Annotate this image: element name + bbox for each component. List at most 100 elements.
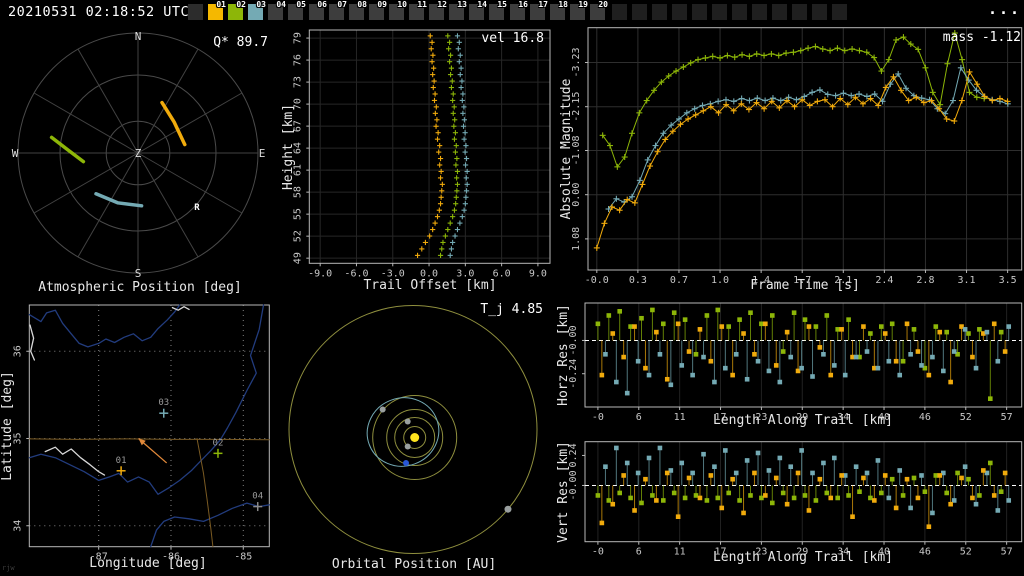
tab-20[interactable]: 20 <box>590 0 608 20</box>
svg-text:0.7: 0.7 <box>670 275 688 286</box>
watermark: rjw <box>2 564 15 572</box>
svg-text:11: 11 <box>674 412 686 423</box>
svg-text:02: 02 <box>213 438 224 448</box>
tab-empty[interactable] <box>732 4 747 20</box>
svg-text:-85: -85 <box>234 552 252 563</box>
tab-empty[interactable] <box>632 4 647 20</box>
tab-empty[interactable] <box>792 4 807 20</box>
svg-text:11: 11 <box>674 547 686 558</box>
horz-res-xlabel: Length Along Trail [km] <box>713 413 893 428</box>
ground-map-plot: -87 -86 -8534353601020304 <box>12 304 270 563</box>
tab-06[interactable]: 06 <box>309 0 327 20</box>
tab-number: 04 <box>276 0 286 9</box>
svg-text:73: 73 <box>292 76 303 88</box>
vert-residual-plot: -0 6 11 17 23 29 34 40 46 52 570.24-0.00 <box>568 441 1023 558</box>
svg-text:-0.0: -0.0 <box>585 275 609 286</box>
tab-empty[interactable] <box>752 4 767 20</box>
tab-19[interactable]: 19 <box>570 0 588 20</box>
map-xlabel: Longitude [deg] <box>89 556 206 571</box>
vel-annotation: vel 16.8 <box>481 31 544 46</box>
tab-empty[interactable] <box>712 4 727 20</box>
compass-west-label: W <box>12 147 19 160</box>
tab-number: 19 <box>578 0 588 9</box>
compass-south-label: S <box>135 267 142 280</box>
tab-18[interactable]: 18 <box>550 0 568 20</box>
vert-res-ylabel: Vert Res [km] <box>556 441 571 543</box>
svg-text:79: 79 <box>292 32 303 44</box>
tab-number: 03 <box>256 0 266 9</box>
tab-04[interactable]: 04 <box>268 0 286 20</box>
tab-number: 08 <box>357 0 367 9</box>
tab-strip: 01 02 03 04 05 06 07 08 09 10 11 12 13 14 15 16 17 18 19 20 <box>0 0 1024 24</box>
svg-text:-9.0: -9.0 <box>308 268 332 279</box>
svg-text:6: 6 <box>636 412 642 423</box>
mass-annotation: mass -1.12 <box>943 30 1021 45</box>
svg-text:3.1: 3.1 <box>958 275 976 286</box>
tab-empty[interactable] <box>772 4 787 20</box>
tab-number: 16 <box>518 0 528 9</box>
tab-09[interactable]: 09 <box>369 0 387 20</box>
orbital-position-plot <box>288 305 538 554</box>
svg-text:76: 76 <box>292 54 303 66</box>
svg-text:2.4: 2.4 <box>875 275 893 286</box>
tab-05[interactable]: 05 <box>288 0 306 20</box>
tab-03[interactable]: 03 <box>248 0 266 20</box>
svg-text:34: 34 <box>12 520 23 532</box>
tab-number: 06 <box>317 0 327 9</box>
tab-08[interactable]: 08 <box>349 0 367 20</box>
tab-number: 13 <box>457 0 467 9</box>
overflow-menu[interactable]: ... <box>988 0 1021 18</box>
magnitude-xlabel: Frame Time [s] <box>750 278 860 293</box>
tab-11[interactable]: 11 <box>409 0 427 20</box>
svg-text:1.08: 1.08 <box>571 227 582 251</box>
compass-north-label: N <box>135 30 142 43</box>
meteor-dashboard: 20210531 02:18:52 UTC 01 02 03 04 05 06 07 08 09… <box>0 0 1024 576</box>
tab-07[interactable]: 07 <box>329 0 347 20</box>
horz-res-ylabel: Horz Res [km] <box>556 304 571 406</box>
tab-empty[interactable] <box>612 4 627 20</box>
svg-text:04: 04 <box>252 492 263 502</box>
tab-number: 05 <box>296 0 306 9</box>
tab-12[interactable]: 12 <box>429 0 447 20</box>
orbit-title: Orbital Position [AU] <box>332 557 496 572</box>
tab-02[interactable]: 02 <box>228 0 246 20</box>
tab-number: 17 <box>538 0 548 9</box>
svg-text:55: 55 <box>292 208 303 220</box>
tab-empty[interactable] <box>832 4 847 20</box>
tab-number: 18 <box>558 0 568 9</box>
tab-10[interactable]: 10 <box>389 0 407 20</box>
tab-empty[interactable] <box>672 4 687 20</box>
tab-16[interactable]: 16 <box>510 0 528 20</box>
tab-number: 20 <box>598 0 608 9</box>
svg-text:1.0: 1.0 <box>711 275 729 286</box>
trail-offset-plot: -9.0 -6.0 -3.0 0.0 3.0 6.0 9.04952555861646770… <box>292 29 551 279</box>
tab-empty[interactable] <box>692 4 707 20</box>
zenith-label: Z <box>135 147 142 160</box>
tab-17[interactable]: 17 <box>530 0 548 20</box>
svg-text:03: 03 <box>158 398 169 408</box>
tab-empty[interactable] <box>652 4 667 20</box>
magnitude-ylabel: Absolute Magnitude <box>559 78 574 219</box>
tab-blank[interactable] <box>188 4 203 20</box>
svg-text:-3.23: -3.23 <box>571 47 582 77</box>
polar-title: Atmospheric Position [deg] <box>38 280 242 295</box>
tab-number: 09 <box>377 0 387 9</box>
tab-15[interactable]: 15 <box>489 0 507 20</box>
q-annotation: Q* 89.7 <box>213 35 268 50</box>
svg-text:49: 49 <box>292 252 303 264</box>
radiant-marker: R <box>194 203 200 213</box>
vert-res-xlabel: Length Along Trail [km] <box>713 550 893 565</box>
tab-14[interactable]: 14 <box>469 0 487 20</box>
svg-text:52: 52 <box>292 230 303 242</box>
svg-text:01: 01 <box>116 456 127 466</box>
tab-empty[interactable] <box>812 4 827 20</box>
svg-text:9.0: 9.0 <box>529 268 547 279</box>
map-ylabel: Latitude [deg] <box>0 371 15 481</box>
tab-number: 10 <box>397 0 407 9</box>
tab-01[interactable]: 01 <box>208 0 226 20</box>
tab-number: 14 <box>477 0 487 9</box>
svg-text:6: 6 <box>636 547 642 558</box>
svg-text:57: 57 <box>1001 547 1013 558</box>
horz-residual-plot: -0 6 11 17 23 29 34 40 46 52 57-0.00-0.24 <box>568 302 1023 423</box>
tab-13[interactable]: 13 <box>449 0 467 20</box>
